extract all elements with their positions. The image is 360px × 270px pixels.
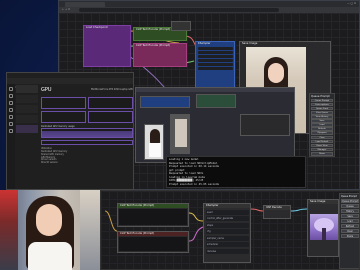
mini-graph-window[interactable] bbox=[135, 87, 295, 163]
widget[interactable]: denoise bbox=[205, 248, 249, 254]
window-controls[interactable]: — ▢ ✕ bbox=[347, 2, 356, 5]
queue-panel-bottom: Queue Prompt Queue Prompt Queue History Sav… bbox=[339, 193, 359, 269]
node-clip-pos-bottom[interactable]: CLIP Text Encode (Prompt) bbox=[117, 203, 189, 227]
widget[interactable]: steps bbox=[205, 222, 249, 228]
node-title: Save Image bbox=[242, 42, 258, 45]
node-vae-decode[interactable]: VAE Decode bbox=[263, 205, 291, 219]
node-latent[interactable] bbox=[171, 21, 191, 31]
widget[interactable] bbox=[197, 66, 233, 70]
queue-panel-title: Queue Prompt bbox=[311, 94, 330, 98]
queue-buttons-top: Queue Prompt Extra options Queue Front View… bbox=[310, 98, 334, 156]
widget[interactable]: cfg bbox=[205, 229, 249, 234]
queue-button[interactable]: Manager bbox=[311, 147, 333, 152]
tm-sidebar-item[interactable] bbox=[9, 101, 13, 105]
tm-memory-graph bbox=[41, 128, 133, 139]
node-mini-preview-1[interactable] bbox=[144, 124, 164, 160]
task-manager-window: Task Manager Performance GPU NVIDIA GeFo… bbox=[6, 72, 134, 190]
street-photo bbox=[0, 190, 100, 270]
tm-sidebar bbox=[7, 84, 15, 189]
widget[interactable] bbox=[197, 46, 233, 50]
node-mini-preview-2[interactable] bbox=[170, 114, 190, 154]
url-field[interactable]: 127.0.0.1:8188 bbox=[79, 8, 279, 24]
node-clip-neg-bottom[interactable]: CLIP Text Encode (Prompt) bbox=[117, 231, 189, 253]
node-save-image-bottom[interactable]: Save Image bbox=[307, 199, 339, 257]
queue-button[interactable]: Load Default bbox=[311, 139, 333, 144]
queue-button[interactable]: Refresh bbox=[311, 127, 333, 131]
node-title: CLIP Text Encode (Prompt) bbox=[118, 204, 188, 208]
queue-button[interactable]: Clear bbox=[341, 228, 359, 234]
widget[interactable]: control_after_generate bbox=[205, 216, 249, 221]
terminal-window: Loading 1 new model Requested to load SDX… bbox=[166, 156, 306, 188]
widget[interactable]: seed bbox=[205, 209, 249, 215]
terminal-line: Prompt executed in 45.65 seconds bbox=[169, 182, 219, 186]
queue-button[interactable]: Refresh bbox=[341, 223, 359, 229]
node-title: CLIP Text Encode (Prompt) bbox=[136, 44, 171, 47]
widget[interactable] bbox=[197, 58, 233, 62]
queue-button[interactable]: Clear bbox=[311, 135, 333, 140]
tm-stat: DirectX version bbox=[41, 161, 58, 165]
node-title: KSampler bbox=[198, 42, 211, 45]
queue-panel-title: Queue Prompt bbox=[341, 194, 357, 198]
queue-button[interactable]: History bbox=[341, 208, 359, 214]
node-title: KSampler bbox=[204, 204, 250, 208]
queue-button[interactable]: Share bbox=[311, 151, 333, 156]
node-title: Load Checkpoint bbox=[86, 26, 108, 29]
tm-device-list bbox=[16, 85, 38, 185]
node-load-checkpoint[interactable]: Load Checkpoint bbox=[83, 25, 131, 67]
widget[interactable]: sampler_name bbox=[205, 235, 249, 241]
widget[interactable]: scheduler bbox=[205, 242, 249, 247]
tm-sidebar-item[interactable] bbox=[9, 122, 13, 126]
queue-button[interactable]: Load bbox=[311, 123, 333, 127]
node-mini-1[interactable] bbox=[140, 96, 190, 108]
node-mini-2[interactable] bbox=[196, 94, 236, 108]
nav-buttons[interactable]: ← → ⟳ bbox=[62, 8, 70, 11]
queue-button[interactable]: Clipspace bbox=[311, 131, 333, 136]
terminal-output: Loading 1 new model Requested to load SDX… bbox=[167, 157, 305, 187]
tm-gpu-model: NVIDIA GeForce RTX 4090 Laptop GPU bbox=[91, 88, 133, 91]
tm-sidebar-item[interactable] bbox=[9, 129, 13, 133]
node-mini-3[interactable] bbox=[240, 114, 290, 136]
queue-panel-top: Queue Prompt Queue Prompt Extra options Qu… bbox=[309, 93, 335, 157]
node-clip-negative[interactable]: CLIP Text Encode (Prompt) bbox=[133, 43, 187, 67]
widget[interactable] bbox=[197, 62, 233, 66]
queue-button[interactable]: Queue bbox=[341, 203, 359, 209]
queue-button[interactable]: Extra options bbox=[311, 102, 333, 107]
node-title: CLIP Text Encode (Prompt) bbox=[118, 232, 188, 236]
queue-button[interactable]: Load bbox=[341, 218, 359, 224]
tm-shared-graph bbox=[41, 140, 133, 146]
queue-button[interactable]: View History bbox=[311, 115, 333, 119]
queue-button[interactable]: Queue Prompt bbox=[341, 198, 359, 204]
widget[interactable] bbox=[197, 50, 233, 54]
tm-stats: Utilization Dedicated GPU memory Shared GP… bbox=[41, 147, 133, 165]
tm-sidebar-item[interactable] bbox=[9, 115, 13, 119]
queue-button[interactable]: Share bbox=[341, 233, 359, 239]
node-ksampler-bottom[interactable]: KSampler seed control_after_generate steps… bbox=[203, 203, 251, 263]
queue-button[interactable]: Queue Prompt bbox=[311, 98, 333, 103]
tm-sidebar-item[interactable] bbox=[9, 108, 13, 112]
queue-button[interactable]: Save bbox=[341, 213, 359, 219]
queue-button[interactable]: Reset View bbox=[311, 143, 333, 148]
tm-sidebar-item[interactable] bbox=[9, 87, 13, 91]
node-title: Save Image bbox=[308, 200, 338, 204]
tm-engine-graphs bbox=[41, 97, 133, 123]
queue-button[interactable]: Save bbox=[311, 119, 333, 123]
tm-section-bar: Performance bbox=[7, 78, 133, 94]
node-title: VAE Decode bbox=[264, 206, 290, 210]
widget[interactable] bbox=[197, 54, 233, 58]
queue-button[interactable]: Queue Front bbox=[311, 106, 333, 111]
queue-button[interactable]: View Queue bbox=[311, 110, 333, 115]
tm-sidebar-item[interactable] bbox=[9, 94, 13, 98]
bottom-comfy-window: CLIP Text Encode (Prompt) CLIP Text Enco… bbox=[100, 190, 360, 270]
generated-image-bottom bbox=[310, 214, 338, 240]
